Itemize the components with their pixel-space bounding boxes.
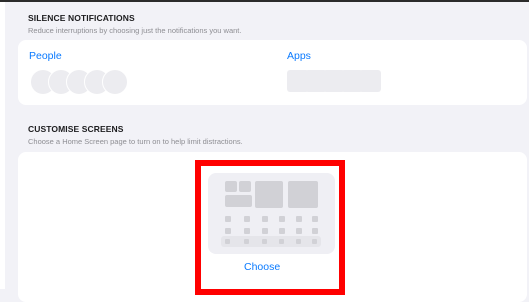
- app-placeholder-icon: [359, 70, 381, 92]
- customise-screens-description: Choose a Home Screen page to turn on to …: [28, 137, 243, 146]
- silence-notifications-description: Reduce interruptions by choosing just th…: [28, 26, 242, 35]
- person-placeholder-icon: [102, 69, 128, 95]
- silence-notifications-card: People Apps: [18, 40, 527, 105]
- top-divider: [0, 0, 529, 2]
- silence-notifications-heading: SILENCE NOTIFICATIONS: [28, 13, 135, 23]
- customise-screens-heading: CUSTOMISE SCREENS: [28, 124, 124, 134]
- apps-button[interactable]: Apps: [287, 50, 311, 62]
- window-edge: [0, 0, 5, 289]
- people-button[interactable]: People: [29, 50, 62, 62]
- highlight-box: [195, 160, 345, 295]
